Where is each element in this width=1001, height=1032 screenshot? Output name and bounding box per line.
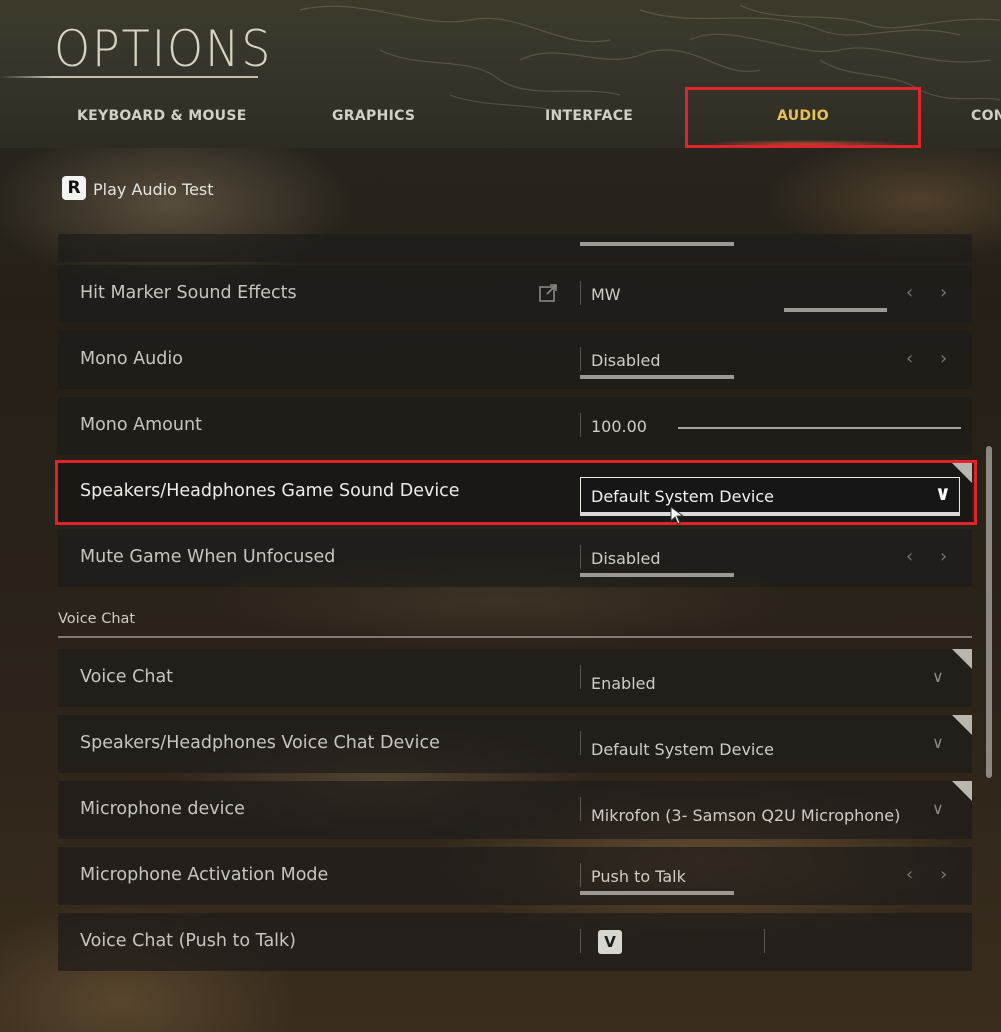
divider	[580, 731, 581, 755]
setting-label: Hit Marker Sound Effects	[80, 283, 297, 303]
selected-row-highlight	[55, 460, 977, 525]
partial-row-underline	[580, 242, 734, 246]
chevron-down-icon[interactable]: ∨	[932, 799, 944, 818]
corner-marker	[952, 649, 972, 669]
scrollbar[interactable]	[986, 446, 992, 778]
setting-row-hit-marker-sound-effects[interactable]: Hit Marker Sound Effects MW ‹ ›	[58, 265, 972, 323]
setting-value: Enabled	[591, 674, 656, 693]
left-arrow-icon[interactable]: ‹	[906, 282, 913, 303]
left-arrow-icon[interactable]: ‹	[906, 348, 913, 369]
setting-row-voice-chat-device[interactable]: Speakers/Headphones Voice Chat Device De…	[58, 715, 972, 773]
setting-value: Mikrofon (3- Samson Q2U Microphone)	[591, 806, 901, 825]
right-arrow-icon[interactable]: ›	[940, 546, 947, 567]
chevron-down-icon[interactable]: ∨	[932, 733, 944, 752]
divider	[580, 797, 581, 821]
divider	[580, 281, 581, 305]
setting-value: MW	[591, 285, 621, 304]
play-audio-test-button[interactable]: Play Audio Test	[93, 180, 214, 199]
left-arrow-icon[interactable]: ‹	[906, 546, 913, 567]
mouse-cursor-icon	[670, 506, 685, 525]
left-arrow-icon[interactable]: ‹	[906, 864, 913, 885]
value-underline	[580, 375, 734, 379]
setting-label: Microphone device	[80, 799, 245, 819]
page-title: OPTIONS	[54, 20, 273, 78]
setting-value: Default System Device	[591, 740, 775, 759]
setting-label: Microphone Activation Mode	[80, 865, 329, 885]
setting-row-mono-audio[interactable]: Mono Audio Disabled ‹ ›	[58, 331, 972, 389]
divider	[580, 863, 581, 887]
section-divider	[58, 636, 972, 638]
setting-label: Voice Chat (Push to Talk)	[80, 931, 296, 951]
external-link-icon[interactable]	[538, 283, 558, 303]
setting-row-mono-amount[interactable]: Mono Amount 100.00	[58, 397, 972, 455]
divider	[580, 347, 581, 371]
divider	[580, 665, 581, 689]
divider	[580, 545, 581, 569]
setting-label: Mono Audio	[80, 349, 183, 369]
setting-row-push-to-talk-keybind[interactable]: Voice Chat (Push to Talk) V	[58, 913, 972, 971]
setting-label: Mono Amount	[80, 415, 202, 435]
setting-value: Push to Talk	[591, 867, 686, 886]
divider	[580, 929, 581, 953]
value-underline	[784, 308, 887, 312]
setting-row-microphone-device[interactable]: Microphone device Mikrofon (3- Samson Q2…	[58, 781, 972, 839]
tab-interface[interactable]: INTERFACE	[545, 108, 633, 128]
title-underline	[0, 76, 258, 78]
right-arrow-icon[interactable]: ›	[940, 348, 947, 369]
corner-marker	[952, 781, 972, 801]
setting-row-voice-chat[interactable]: Voice Chat Enabled ∨	[58, 649, 972, 707]
setting-row-microphone-activation-mode[interactable]: Microphone Activation Mode Push to Talk …	[58, 847, 972, 905]
setting-row-mute-game-when-unfocused[interactable]: Mute Game When Unfocused Disabled ‹ ›	[58, 529, 972, 587]
setting-label: Speakers/Headphones Voice Chat Device	[80, 733, 440, 753]
setting-value: Disabled	[591, 549, 661, 568]
setting-label: Mute Game When Unfocused	[80, 547, 336, 567]
corner-marker	[952, 715, 972, 735]
chevron-down-icon[interactable]: ∨	[932, 667, 944, 686]
value-underline	[580, 891, 734, 895]
divider	[580, 413, 581, 437]
r-key-icon: R	[62, 176, 86, 200]
tab-controller[interactable]: CON	[971, 108, 1001, 128]
setting-value: Disabled	[591, 351, 661, 370]
keybind-key[interactable]: V	[598, 930, 622, 954]
setting-value: 100.00	[591, 417, 647, 436]
active-tab-highlight	[685, 87, 921, 148]
right-arrow-icon[interactable]: ›	[940, 864, 947, 885]
divider	[764, 929, 765, 953]
tab-graphics[interactable]: GRAPHICS	[332, 108, 415, 128]
mono-amount-slider[interactable]	[678, 427, 961, 429]
setting-label: Voice Chat	[80, 667, 174, 687]
right-arrow-icon[interactable]: ›	[940, 282, 947, 303]
partial-row	[58, 234, 972, 262]
tab-keyboard-mouse[interactable]: KEYBOARD & MOUSE	[77, 108, 247, 128]
section-heading-voice-chat: Voice Chat	[58, 611, 136, 627]
value-underline	[580, 573, 734, 577]
